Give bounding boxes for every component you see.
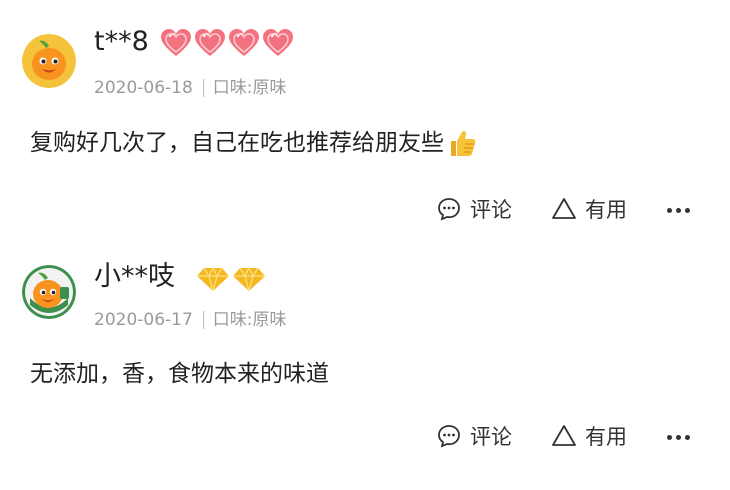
comment-button[interactable]: 评论 [436, 194, 512, 224]
comment-label: 评论 [470, 198, 512, 222]
divider [202, 311, 204, 329]
useful-label: 有用 [585, 198, 627, 222]
review-item: t**8 2020-06-18 口味:原味 复购好几次了，自己在吃也推荐给朋友些 [0, 0, 730, 245]
diamond-badge-icon [197, 266, 266, 292]
thumbs-up-icon [451, 130, 476, 156]
divider [202, 79, 204, 97]
useful-button[interactable]: 有用 [551, 421, 627, 451]
comment-icon [438, 425, 460, 448]
comment-label: 评论 [470, 425, 512, 449]
heart-badges [160, 28, 294, 58]
review-actions: 评论 有用 [0, 417, 730, 457]
comment-icon [438, 198, 460, 221]
orange-mascot-avatar-icon [22, 265, 76, 319]
review-actions: 评论 有用 [0, 190, 730, 230]
review-text: 无添加，香，食物本来的味道 [30, 361, 329, 387]
avatar[interactable] [22, 265, 76, 319]
review-taste: 口味:原味 [212, 78, 287, 98]
more-dots-icon[interactable] [667, 200, 690, 220]
review-meta: 2020-06-18 口味:原味 [94, 77, 287, 99]
review-taste: 口味:原味 [212, 310, 287, 330]
triangle-up-icon [552, 198, 576, 219]
avatar[interactable] [22, 34, 76, 88]
useful-label: 有用 [585, 425, 627, 449]
review-text: 复购好几次了，自己在吃也推荐给朋友些 [30, 130, 444, 156]
review-content: 复购好几次了，自己在吃也推荐给朋友些 [30, 127, 477, 159]
username: t**8 [94, 26, 149, 57]
review-date: 2020-06-17 [94, 310, 193, 330]
triangle-up-icon [552, 425, 576, 446]
heart-badge-icon [161, 28, 294, 57]
review-meta: 2020-06-17 口味:原味 [94, 309, 287, 331]
review-content: 无添加，香，食物本来的味道 [30, 358, 329, 390]
useful-button[interactable]: 有用 [551, 194, 627, 224]
more-dots-icon[interactable] [667, 427, 690, 447]
review-item: 小**吱 2020-06-17 口味:原味 无添加，香，食物本来的味道 评论 有… [0, 245, 730, 490]
diamond-badges [195, 265, 267, 293]
orange-mascot-avatar-icon [22, 34, 76, 88]
username: 小**吱 [94, 261, 175, 292]
review-date: 2020-06-18 [94, 78, 193, 98]
comment-button[interactable]: 评论 [436, 421, 512, 451]
